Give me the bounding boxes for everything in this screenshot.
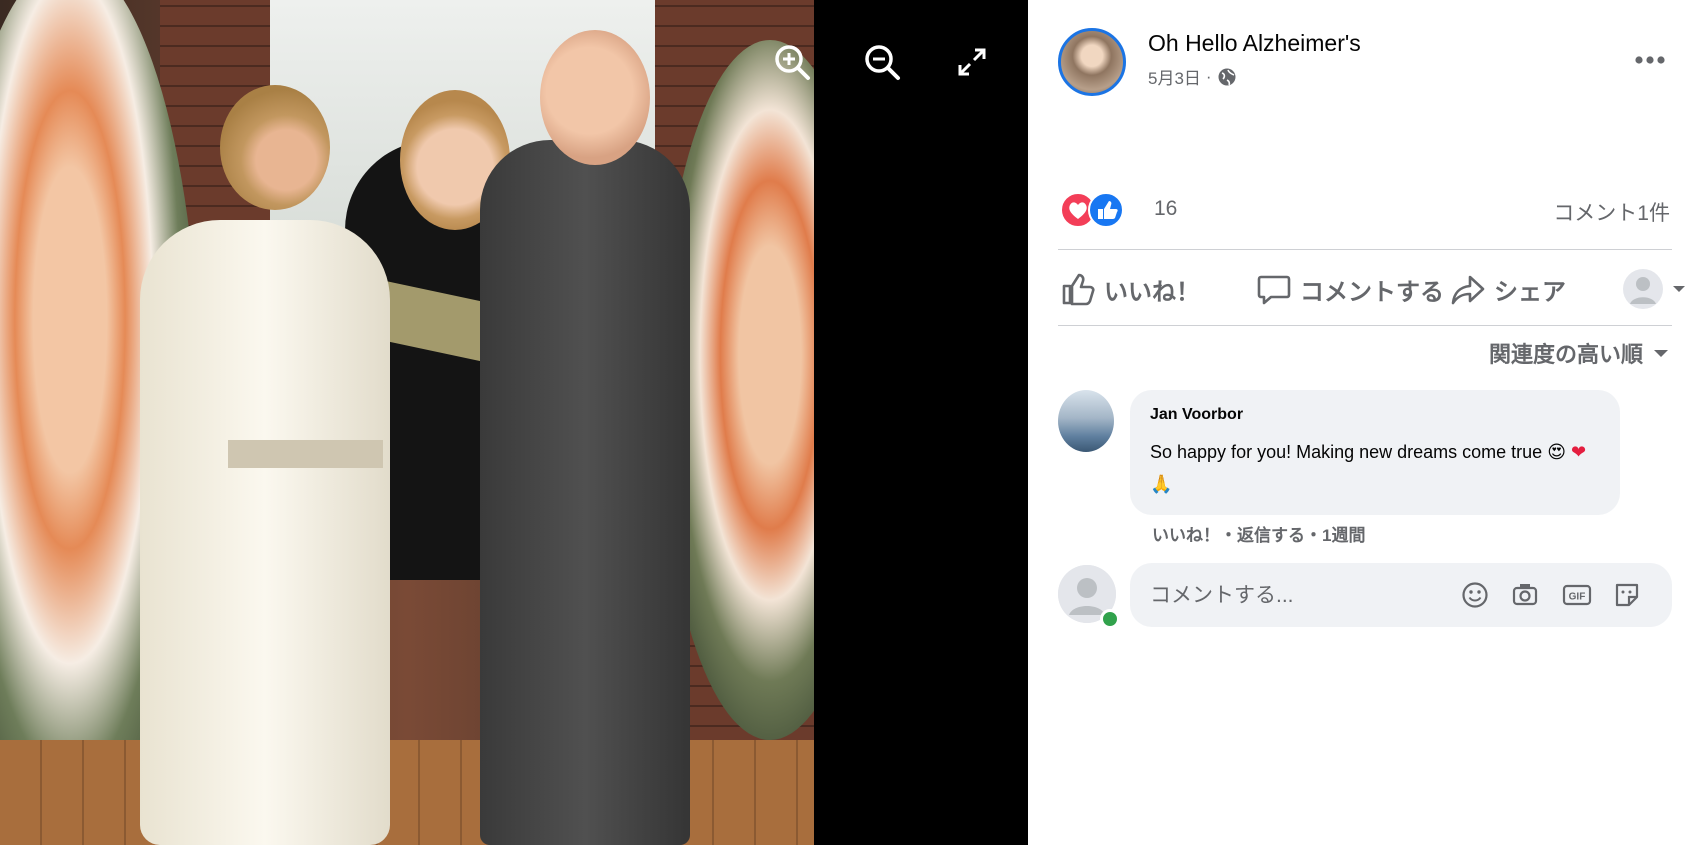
- page-avatar[interactable]: [1058, 28, 1126, 96]
- like-label: いいね！: [1104, 278, 1200, 306]
- divider-top: [1058, 249, 1672, 250]
- comment-actions[interactable]: いいね！・返信する・1週間: [1152, 521, 1365, 546]
- audience-selector[interactable]: [1622, 266, 1686, 312]
- post-date[interactable]: 5月3日: [1148, 64, 1201, 89]
- thumbs-up-icon: [1062, 273, 1095, 306]
- reaction-icons[interactable]: [1060, 190, 1132, 230]
- meta-separator: ·: [1205, 66, 1212, 86]
- groom-suit: [480, 140, 690, 845]
- emoji-heart-eyes: 😍: [1547, 442, 1566, 462]
- profile-icon: [1623, 269, 1663, 309]
- commenter-name[interactable]: Jan Voorbor: [1150, 406, 1243, 424]
- my-avatar[interactable]: [1058, 565, 1120, 629]
- sort-label: 関連度の高い順: [1488, 342, 1643, 367]
- reactions-row: 16 コメント1件: [1060, 190, 1670, 230]
- sticker-icon: [1615, 583, 1639, 607]
- comment-bubble: Jan Voorbor So happy for you! Making new…: [1130, 390, 1620, 515]
- share-icon: [1451, 275, 1485, 305]
- like-button[interactable]: いいね！: [1060, 266, 1200, 312]
- zoom-in-button[interactable]: [770, 40, 814, 84]
- fullscreen-icon: [958, 48, 986, 76]
- page-name[interactable]: Oh Hello Alzheimer's: [1148, 30, 1361, 57]
- camera-icon: [1512, 584, 1538, 606]
- zoom-out-icon: [865, 45, 900, 80]
- comment-button[interactable]: コメントする: [1256, 266, 1444, 312]
- comment-text: So happy for you! Making new dreams come…: [1150, 436, 1610, 500]
- comment-count[interactable]: コメント1件: [1553, 197, 1670, 227]
- divider-bottom: [1058, 325, 1672, 326]
- groom-head: [540, 30, 650, 165]
- comment: Jan Voorbor So happy for you! Making new…: [1058, 390, 1678, 545]
- comment-composer: GIF: [1058, 563, 1672, 629]
- commenter-avatar[interactable]: [1058, 390, 1114, 452]
- post-panel: Oh Hello Alzheimer's 5月3日 · 16 コメント1件 いい…: [1028, 0, 1697, 845]
- online-status-dot: [1100, 609, 1120, 629]
- smiley-icon: [1462, 582, 1488, 608]
- comment-icon: [1257, 275, 1291, 305]
- comment-sort-dropdown[interactable]: 関連度の高い順: [1489, 337, 1669, 369]
- comment-label: コメントする: [1300, 278, 1444, 306]
- bride-dress: [140, 220, 390, 845]
- caret-down-icon: [1654, 350, 1668, 357]
- svg-text:GIF: GIF: [1569, 592, 1586, 603]
- share-label: シェア: [1494, 278, 1566, 306]
- zoom-in-icon: [775, 45, 810, 80]
- zoom-out-button[interactable]: [860, 40, 904, 84]
- wedding-photo: [0, 0, 814, 845]
- bride-belt: [228, 440, 383, 468]
- photo-viewer: [0, 0, 1028, 845]
- action-bar: いいね！ コメントする シェア: [1058, 266, 1685, 312]
- camera-button[interactable]: [1510, 580, 1540, 610]
- fullscreen-button[interactable]: [950, 40, 994, 84]
- comment-input[interactable]: [1148, 575, 1452, 617]
- globe-icon: [1218, 68, 1236, 85]
- more-icon: [1635, 56, 1665, 64]
- gif-icon: GIF: [1562, 584, 1592, 606]
- bride-head: [220, 85, 330, 210]
- comment-body: So happy for you! Making new dreams come…: [1150, 442, 1543, 462]
- post-meta: 5月3日 ·: [1148, 64, 1237, 89]
- reaction-count[interactable]: 16: [1154, 197, 1177, 221]
- emoji-red-heart: ❤: [1571, 442, 1587, 462]
- caret-down-icon: [1673, 286, 1685, 292]
- emoji-folded-hands: 🙏: [1150, 474, 1173, 494]
- like-reaction-icon: [1088, 192, 1124, 228]
- wooden-floor: [0, 740, 814, 845]
- share-button[interactable]: シェア: [1450, 266, 1566, 312]
- more-options-button[interactable]: [1632, 46, 1668, 74]
- emoji-button[interactable]: [1460, 580, 1490, 610]
- sticker-button[interactable]: [1612, 580, 1642, 610]
- gif-button[interactable]: GIF: [1562, 580, 1592, 610]
- comment-input-box: GIF: [1130, 563, 1672, 627]
